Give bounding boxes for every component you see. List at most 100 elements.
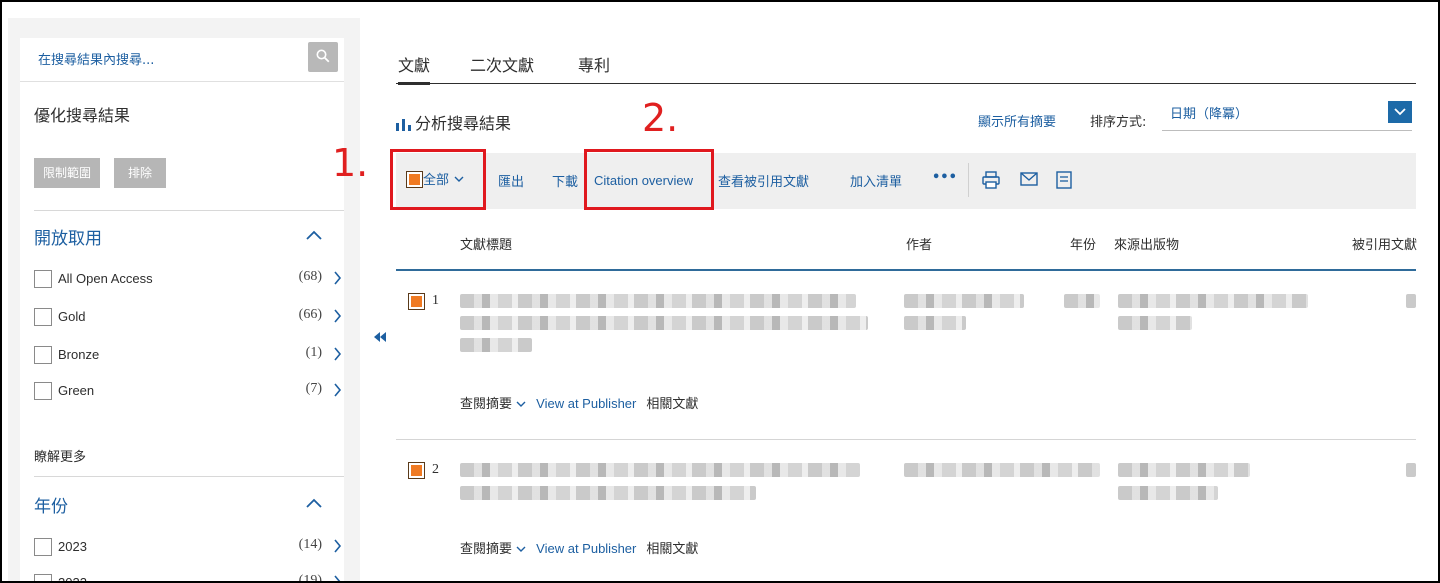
facet-green[interactable]: Green (7) <box>34 380 344 402</box>
header-divider <box>396 269 1416 271</box>
chevron-right-icon[interactable] <box>333 309 342 323</box>
redacted-authors[interactable] <box>904 463 1100 477</box>
refine-panel: 優化搜尋結果 限制範圍 排除 開放取用 All Open Access (68)… <box>20 82 344 583</box>
show-all-abstracts-link[interactable]: 顯示所有摘要 <box>978 111 1056 130</box>
redacted-authors[interactable] <box>904 294 1024 308</box>
tab-patents[interactable]: 專利 <box>578 52 610 82</box>
print-icon[interactable] <box>982 171 1000 189</box>
facet-label: Bronze <box>58 347 100 362</box>
column-year[interactable]: 年份 <box>1070 234 1096 253</box>
redacted-year <box>1064 294 1100 308</box>
facet-bronze[interactable]: Bronze (1) <box>34 344 344 366</box>
facet-checkbox[interactable] <box>34 574 52 581</box>
facet-count: (1) <box>305 345 322 360</box>
facet-gold[interactable]: Gold (66) <box>34 306 344 328</box>
search-within-input[interactable] <box>20 38 310 82</box>
tab-documents[interactable]: 文獻 <box>398 52 431 85</box>
view-abstract-label: 查閱摘要 <box>460 542 513 557</box>
facet-label: Gold <box>58 309 86 324</box>
learn-more-link[interactable]: 瞭解更多 <box>34 446 86 465</box>
redacted-title[interactable] <box>460 338 532 352</box>
facet-checkbox[interactable] <box>34 308 52 326</box>
facet-checkbox[interactable] <box>34 270 52 288</box>
redacted-source[interactable] <box>1118 316 1192 330</box>
column-authors[interactable]: 作者 <box>906 234 932 253</box>
chevron-right-icon[interactable] <box>333 383 342 397</box>
result-number: 1 <box>432 293 439 308</box>
facet-checkbox[interactable] <box>34 382 52 400</box>
facet-checkbox[interactable] <box>34 346 52 364</box>
open-access-heading[interactable]: 開放取用 <box>34 224 102 249</box>
chevron-right-icon[interactable] <box>333 575 342 583</box>
step-1-marker: 1. <box>332 141 369 185</box>
facet-count: (66) <box>298 307 322 322</box>
bibliography-icon[interactable] <box>1056 171 1072 189</box>
view-at-publisher-link[interactable]: View at Publisher <box>536 396 636 411</box>
add-to-list-button[interactable]: 加入清單 <box>850 171 902 190</box>
refine-title: 優化搜尋結果 <box>34 106 131 125</box>
collapse-sidebar-icon[interactable] <box>374 332 386 342</box>
facet-year-2023[interactable]: 2023 (14) <box>34 536 344 558</box>
highlight-select-all <box>390 149 486 210</box>
view-at-publisher-link[interactable]: View at Publisher <box>536 541 636 556</box>
view-abstract-label: 查閱摘要 <box>460 397 513 412</box>
chevron-down-icon <box>516 546 526 552</box>
chevron-right-icon[interactable] <box>333 347 342 361</box>
redacted-source[interactable] <box>1118 463 1250 477</box>
divider <box>34 476 344 477</box>
more-options-button[interactable]: ••• <box>932 170 957 185</box>
search-button[interactable] <box>308 42 338 72</box>
column-source[interactable]: 來源出版物 <box>1114 234 1179 253</box>
redacted-title[interactable] <box>460 294 856 308</box>
result-checkbox[interactable] <box>408 462 425 479</box>
result-type-tabs: 文獻 二次文獻 專利 <box>396 52 1416 85</box>
facet-count: (68) <box>298 269 322 284</box>
chevron-right-icon[interactable] <box>333 539 342 553</box>
chevron-down-icon <box>1394 108 1406 116</box>
download-button[interactable]: 下載 <box>552 171 578 190</box>
sort-dropdown-button[interactable] <box>1388 101 1412 123</box>
redacted-cited-count[interactable] <box>1406 463 1416 477</box>
redacted-source[interactable] <box>1118 486 1218 500</box>
facet-label: 2023 <box>58 539 87 554</box>
view-cited-by-button[interactable]: 查看被引用文獻 <box>718 171 809 190</box>
refine-sidebar: 優化搜尋結果 限制範圍 排除 開放取用 All Open Access (68)… <box>8 18 360 583</box>
email-icon[interactable] <box>1020 171 1038 187</box>
related-documents-link[interactable]: 相關文獻 <box>646 397 698 412</box>
highlight-citation-overview <box>584 149 714 210</box>
view-abstract-link[interactable]: 查閱摘要 <box>460 397 526 412</box>
facet-count: (19) <box>298 573 322 583</box>
export-button[interactable]: 匯出 <box>498 171 524 190</box>
toolbar-separator <box>968 163 969 197</box>
result-links: 查閱摘要 View at Publisher 相關文獻 <box>460 538 698 557</box>
result-checkbox[interactable] <box>408 293 425 310</box>
sort-value: 日期（降冪） <box>1170 107 1249 122</box>
step-2-marker: 2. <box>642 96 679 140</box>
sort-select[interactable]: 日期（降冪） <box>1162 99 1412 131</box>
column-title[interactable]: 文獻標題 <box>460 234 512 253</box>
facet-label: Green <box>58 383 95 398</box>
column-cited-by[interactable]: 被引用文獻 <box>1352 234 1417 253</box>
year-heading[interactable]: 年份 <box>34 492 68 517</box>
chevron-up-icon[interactable] <box>306 230 322 240</box>
facet-checkbox[interactable] <box>34 538 52 556</box>
search-within-results <box>20 38 344 82</box>
search-icon <box>316 49 330 63</box>
facet-year-2022[interactable]: 2022 (19) <box>34 572 344 583</box>
view-abstract-link[interactable]: 查閱摘要 <box>460 542 526 557</box>
facet-label: All Open Access <box>58 271 153 286</box>
tab-secondary-documents[interactable]: 二次文獻 <box>470 52 534 82</box>
redacted-title[interactable] <box>460 463 860 477</box>
redacted-cited-count[interactable] <box>1406 294 1416 308</box>
chevron-up-icon[interactable] <box>306 498 322 508</box>
chevron-right-icon[interactable] <box>333 271 342 285</box>
limit-to-button[interactable]: 限制範圍 <box>34 158 100 188</box>
facet-all-open-access[interactable]: All Open Access (68) <box>34 268 344 290</box>
exclude-button[interactable]: 排除 <box>114 158 166 188</box>
redacted-authors[interactable] <box>904 316 966 330</box>
redacted-title[interactable] <box>460 316 868 330</box>
redacted-source[interactable] <box>1118 294 1308 308</box>
analyze-results-link[interactable]: 分析搜尋結果 <box>396 110 511 134</box>
redacted-title[interactable] <box>460 486 756 500</box>
related-documents-link[interactable]: 相關文獻 <box>646 542 698 557</box>
